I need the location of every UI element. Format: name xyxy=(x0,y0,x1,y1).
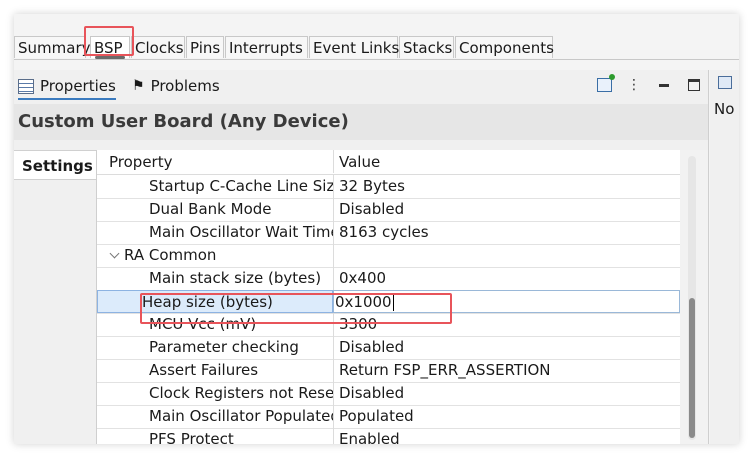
minimize-icon[interactable] xyxy=(656,77,672,93)
property-value[interactable]: 0x400 xyxy=(333,267,680,290)
property-value[interactable]: Return FSP_ERR_ASSERTION xyxy=(333,359,680,382)
table-row-group[interactable]: RA Common xyxy=(97,244,680,268)
property-name: PFS Protect xyxy=(149,430,234,444)
property-name: Clock Registers not Reset xyxy=(149,384,333,402)
problems-icon: ⚑ xyxy=(132,78,145,94)
tab-strip-divider xyxy=(14,59,739,60)
col-header-value[interactable]: Value xyxy=(333,150,680,173)
tab-problems[interactable]: ⚑ Problems xyxy=(132,74,220,98)
view-menu-icon[interactable]: ⋮ xyxy=(626,77,642,93)
tab-components[interactable]: Components xyxy=(455,36,554,58)
property-name: Assert Failures xyxy=(149,361,259,379)
tab-properties[interactable]: Properties xyxy=(18,74,116,100)
view-tab-bar: Properties ⚑ Problems ⋮ xyxy=(14,70,708,100)
scrollbar-thumb[interactable] xyxy=(689,298,695,438)
view-toolbar: ⋮ xyxy=(596,74,702,96)
property-value[interactable]: 32 Bytes xyxy=(333,175,680,198)
tab-event-links[interactable]: Event Links xyxy=(309,36,399,58)
properties-icon xyxy=(18,78,34,94)
console-icon[interactable] xyxy=(718,76,732,89)
property-value xyxy=(333,244,680,267)
right-panel: No xyxy=(710,70,739,444)
tab-problems-label: Problems xyxy=(150,77,220,95)
tab-interrupts[interactable]: Interrupts xyxy=(225,36,308,58)
table-row[interactable]: PFS Protect Enabled xyxy=(97,428,680,444)
table-row[interactable]: Assert Failures Return FSP_ERR_ASSERTION xyxy=(97,359,680,383)
table-row[interactable]: Main Oscillator Wait Time 8163 cycles xyxy=(97,221,680,245)
property-name: Startup C-Cache Line Size xyxy=(149,177,333,195)
ide-window: Summary BSP Clocks Pins Interrupts Event… xyxy=(14,14,739,444)
group-label: RA Common xyxy=(124,246,217,264)
tab-stacks[interactable]: Stacks xyxy=(399,36,454,58)
properties-view: Properties ⚑ Problems ⋮ Custom User Boar… xyxy=(14,70,709,444)
group-cell: RA Common xyxy=(97,244,333,267)
table-row[interactable]: Main stack size (bytes) 0x400 xyxy=(97,267,680,291)
property-name: Main Oscillator Populated xyxy=(149,407,333,425)
property-name: Main stack size (bytes) xyxy=(149,269,322,287)
property-name: Dual Bank Mode xyxy=(149,200,272,218)
board-title: Custom User Board (Any Device) xyxy=(14,104,708,140)
table-header: Property Value xyxy=(97,150,680,175)
property-value[interactable]: Disabled xyxy=(333,336,680,359)
property-value[interactable]: Disabled xyxy=(333,382,680,405)
col-header-property[interactable]: Property xyxy=(97,150,333,173)
settings-tab[interactable]: Settings xyxy=(14,150,96,180)
table-row[interactable]: Dual Bank Mode Disabled xyxy=(97,198,680,222)
property-value[interactable]: Disabled xyxy=(333,198,680,221)
tab-clocks[interactable]: Clocks xyxy=(131,36,185,58)
tab-properties-label: Properties xyxy=(40,77,116,95)
property-name: Parameter checking xyxy=(149,338,299,356)
expand-chevron-icon[interactable] xyxy=(109,248,120,259)
vertical-scrollbar[interactable] xyxy=(680,150,708,444)
heap-size-highlight xyxy=(140,293,452,324)
right-panel-label: No xyxy=(714,100,735,118)
table-row[interactable]: Main Oscillator Populated Populated xyxy=(97,405,680,429)
property-value[interactable]: 8163 cycles xyxy=(333,221,680,244)
tab-pins[interactable]: Pins xyxy=(186,36,224,58)
maximize-icon[interactable] xyxy=(686,77,702,93)
table-row[interactable]: Startup C-Cache Line Size 32 Bytes xyxy=(97,175,680,199)
bsp-tab-highlight xyxy=(84,26,134,56)
property-value[interactable]: Populated xyxy=(333,405,680,428)
toolbar-new-icon[interactable] xyxy=(596,74,615,93)
property-name: Main Oscillator Wait Time xyxy=(149,223,333,241)
tab-summary[interactable]: Summary xyxy=(14,36,91,58)
table-row[interactable]: Parameter checking Disabled xyxy=(97,336,680,360)
table-row[interactable]: Clock Registers not Reset Disabled xyxy=(97,382,680,406)
property-value[interactable]: Enabled xyxy=(333,428,680,444)
